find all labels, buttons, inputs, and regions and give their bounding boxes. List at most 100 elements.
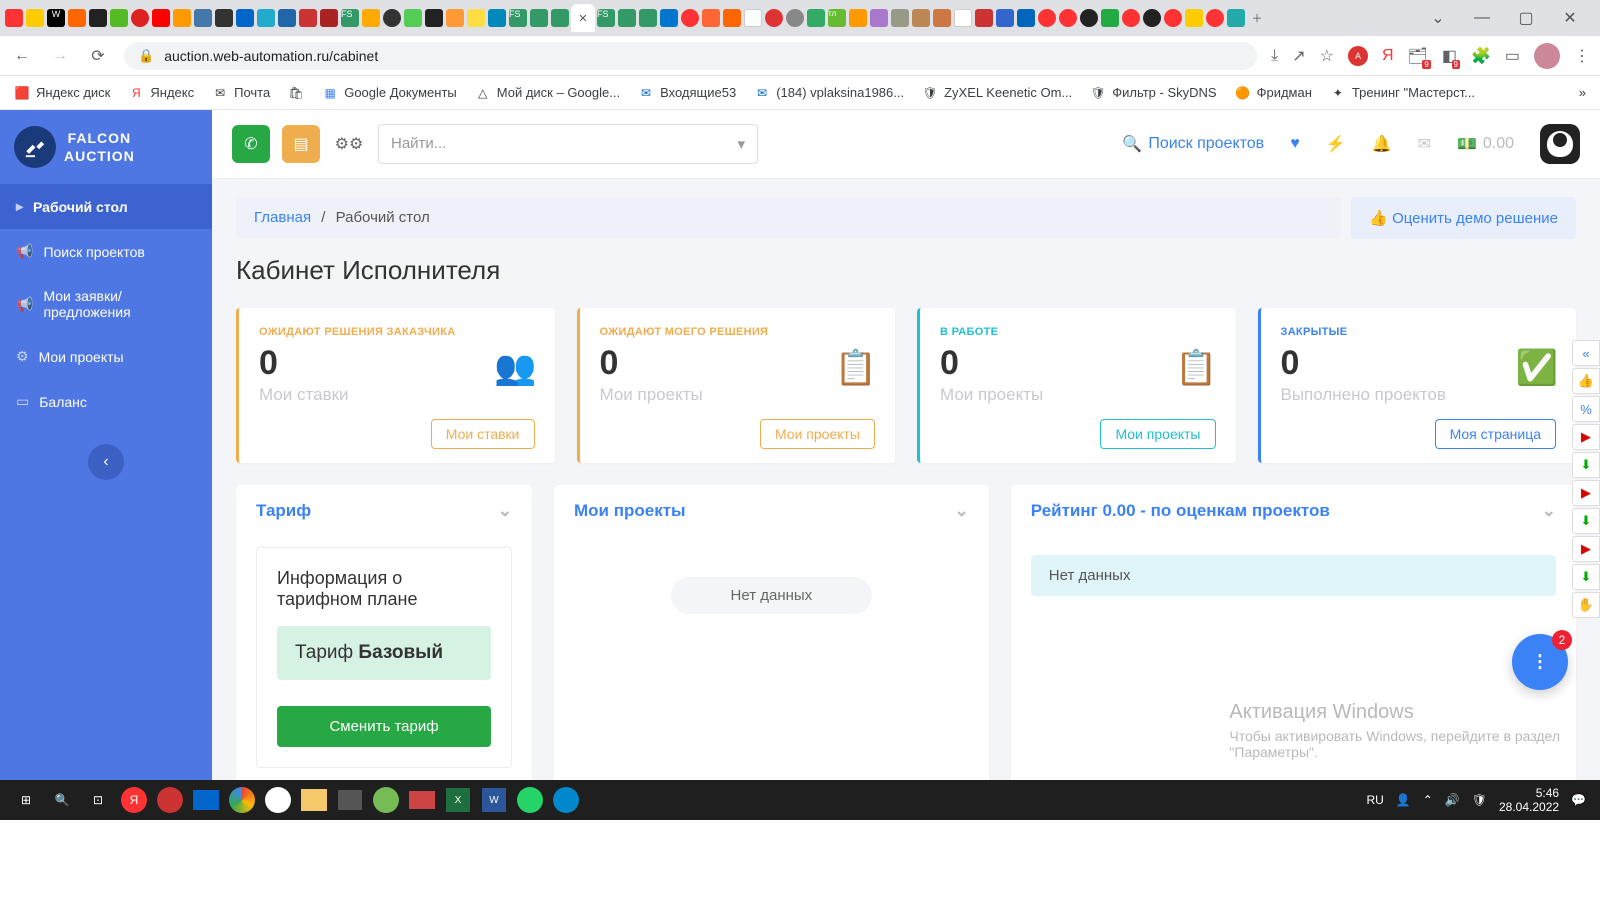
sidebar-item-projects[interactable]: ⚙Мои проекты bbox=[0, 334, 212, 379]
taskbar-app[interactable] bbox=[548, 784, 584, 816]
tab-favicon[interactable] bbox=[277, 8, 297, 28]
tab-favicon[interactable] bbox=[67, 8, 87, 28]
taskbar-clock[interactable]: 5:46 28.04.2022 bbox=[1499, 786, 1559, 815]
tab-favicon[interactable] bbox=[1163, 8, 1183, 28]
tab-favicon[interactable] bbox=[1184, 8, 1204, 28]
profile-avatar[interactable] bbox=[1534, 43, 1560, 69]
taskbar-app[interactable]: Я bbox=[116, 784, 152, 816]
tab-favicon[interactable] bbox=[722, 8, 742, 28]
tab-favicon[interactable] bbox=[1226, 8, 1246, 28]
tab-favicon[interactable] bbox=[1121, 8, 1141, 28]
my-projects-button[interactable]: Мои проекты bbox=[1100, 419, 1215, 449]
taskbar-app[interactable] bbox=[332, 784, 368, 816]
taskbar-lang[interactable]: RU bbox=[1366, 793, 1383, 807]
tab-favicon[interactable] bbox=[193, 8, 213, 28]
tab-favicon[interactable] bbox=[995, 8, 1015, 28]
hand-icon[interactable]: ✋ bbox=[1572, 592, 1600, 618]
taskbar-app[interactable] bbox=[152, 784, 188, 816]
tray-icon[interactable]: 🛡 bbox=[1472, 793, 1487, 807]
thumbs-up-icon[interactable]: 👍 bbox=[1572, 368, 1600, 394]
tab-favicon[interactable] bbox=[869, 8, 889, 28]
tab-favicon[interactable] bbox=[109, 8, 129, 28]
taskbar-app[interactable]: W bbox=[476, 784, 512, 816]
tab-favicon[interactable] bbox=[890, 8, 910, 28]
taskbar-app[interactable] bbox=[296, 784, 332, 816]
taskbar-app[interactable] bbox=[404, 784, 440, 816]
tab-favicon[interactable] bbox=[638, 8, 658, 28]
taskbar-app[interactable]: X bbox=[440, 784, 476, 816]
breadcrumb-home[interactable]: Главная bbox=[254, 209, 311, 226]
nav-reload-icon[interactable]: ⟳ bbox=[86, 46, 110, 66]
tab-favicon[interactable] bbox=[1142, 8, 1162, 28]
tab-favicon[interactable] bbox=[680, 8, 700, 28]
tab-favicon[interactable] bbox=[701, 8, 721, 28]
download-icon[interactable]: ⬇ bbox=[1572, 508, 1600, 534]
tabs-dropdown-icon[interactable]: ⌄ bbox=[1420, 4, 1456, 32]
chevron-down-icon[interactable]: ⌄ bbox=[955, 501, 969, 521]
ext-icon[interactable]: A bbox=[1348, 46, 1368, 66]
chat-fab[interactable]: ⁝ 2 bbox=[1512, 634, 1568, 690]
taskbar-app[interactable] bbox=[512, 784, 548, 816]
new-tab-button[interactable]: ＋ bbox=[1247, 8, 1267, 28]
user-avatar[interactable] bbox=[1540, 124, 1580, 164]
tab-favicon[interactable] bbox=[319, 8, 339, 28]
tab-favicon[interactable]: FS bbox=[508, 8, 528, 28]
sidebar-item-bids[interactable]: 📢Мои заявки/предложения bbox=[0, 274, 212, 334]
tab-favicon[interactable] bbox=[235, 8, 255, 28]
percent-icon[interactable]: % bbox=[1572, 396, 1600, 422]
rate-demo-button[interactable]: 👍 Оценить демо решение bbox=[1351, 197, 1576, 239]
tab-favicon[interactable] bbox=[932, 8, 952, 28]
sidebar-item-search[interactable]: 📢Поиск проектов bbox=[0, 229, 212, 274]
taskbar-app[interactable] bbox=[260, 784, 296, 816]
tab-favicon[interactable] bbox=[487, 8, 507, 28]
tab-favicon[interactable] bbox=[403, 8, 423, 28]
ext-icon[interactable]: 🗂9 bbox=[1408, 46, 1428, 66]
taskbar-app[interactable] bbox=[368, 784, 404, 816]
tab-favicon[interactable] bbox=[1100, 8, 1120, 28]
tab-favicon[interactable] bbox=[550, 8, 570, 28]
download-icon[interactable]: ⬇ bbox=[1572, 452, 1600, 478]
ext-puzzle-icon[interactable]: 🧩 bbox=[1471, 46, 1491, 66]
tab-favicon[interactable] bbox=[361, 8, 381, 28]
tab-favicon[interactable] bbox=[953, 8, 973, 28]
envelope-icon[interactable]: ✉ bbox=[1418, 134, 1431, 154]
bookmark[interactable]: ЯЯндекс bbox=[128, 85, 194, 101]
install-app-icon[interactable]: ⤓ bbox=[1271, 47, 1278, 65]
tab-favicon[interactable] bbox=[4, 8, 24, 28]
tab-favicon[interactable] bbox=[1016, 8, 1036, 28]
ext-icon[interactable]: ◧9 bbox=[1442, 46, 1457, 66]
tab-favicon[interactable] bbox=[743, 8, 763, 28]
bolt-icon[interactable]: ⚡ bbox=[1326, 134, 1346, 154]
tab-favicon[interactable] bbox=[172, 8, 192, 28]
tab-active[interactable]: ✕ bbox=[571, 4, 595, 32]
tab-favicon[interactable] bbox=[424, 8, 444, 28]
tab-favicon[interactable] bbox=[130, 8, 150, 28]
notifications-icon[interactable]: 💬 bbox=[1571, 793, 1586, 807]
tab-favicon[interactable] bbox=[1079, 8, 1099, 28]
window-minimize[interactable]: — bbox=[1464, 4, 1500, 32]
tab-favicon[interactable] bbox=[88, 8, 108, 28]
nav-forward-icon[interactable]: → bbox=[48, 47, 72, 65]
bookmark[interactable]: ▦Google Документы bbox=[322, 85, 457, 101]
bookmark[interactable]: 🛡ZyXEL Keenetic Om... bbox=[922, 85, 1072, 101]
download-icon[interactable]: ⬇ bbox=[1572, 564, 1600, 590]
settings-button[interactable]: ⚙⚙ bbox=[332, 127, 366, 161]
youtube-icon[interactable]: ▶ bbox=[1572, 536, 1600, 562]
bookmark[interactable]: ✉Входящие53 bbox=[638, 85, 736, 101]
tab-favicon[interactable] bbox=[1205, 8, 1225, 28]
sidebar-collapse-button[interactable]: ‹ bbox=[88, 444, 124, 480]
taskbar-app[interactable] bbox=[188, 784, 224, 816]
my-bids-button[interactable]: Мои ставки bbox=[431, 419, 535, 449]
my-page-button[interactable]: Моя страница bbox=[1435, 419, 1556, 449]
reading-list-icon[interactable]: ▭ bbox=[1505, 46, 1520, 66]
bookmark[interactable]: 🛍 bbox=[288, 85, 304, 101]
youtube-icon[interactable]: ▶ bbox=[1572, 424, 1600, 450]
bookmarks-overflow[interactable]: » bbox=[1579, 85, 1586, 100]
menu-icon[interactable]: ⋮ bbox=[1574, 46, 1590, 66]
bookmark[interactable]: ✉(184) vplaksina1986... bbox=[754, 85, 904, 101]
tray-chevron-icon[interactable]: ⌃ bbox=[1423, 793, 1433, 807]
wallet-balance[interactable]: 💵0.00 bbox=[1457, 134, 1514, 154]
tab-favicon[interactable]: W bbox=[46, 8, 66, 28]
tab-favicon[interactable] bbox=[466, 8, 486, 28]
share-icon[interactable]: ↗ bbox=[1292, 46, 1305, 66]
